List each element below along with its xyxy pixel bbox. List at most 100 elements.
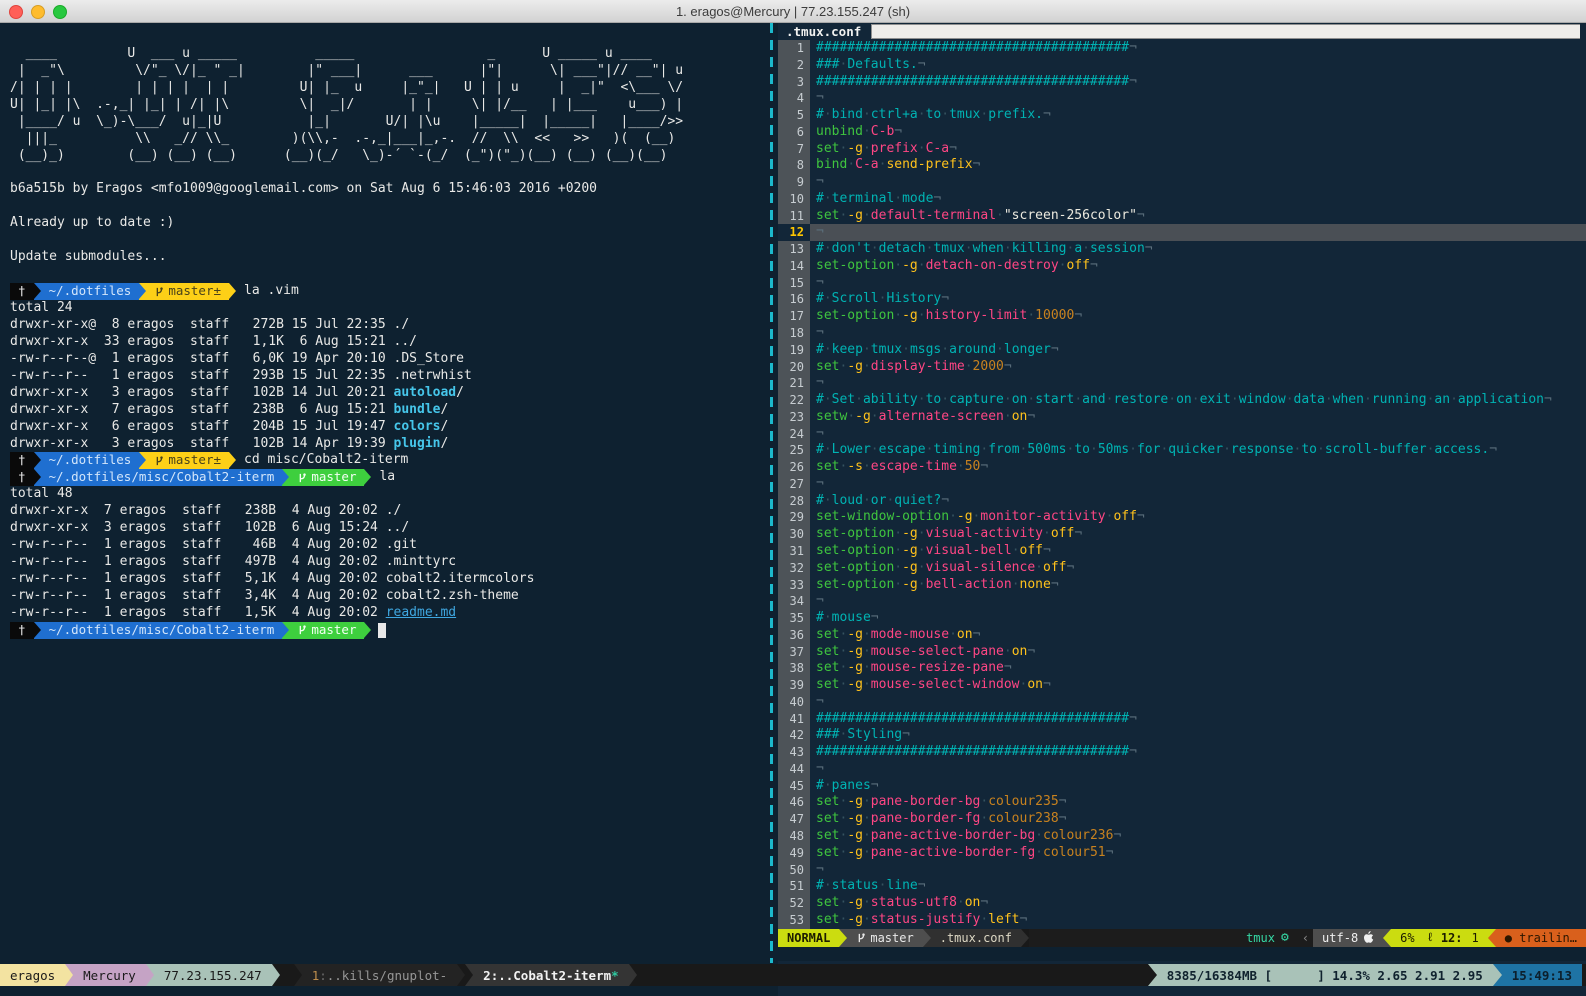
vim-line[interactable]: 13#·don't·detach·tmux·when·killing·a·ses…: [778, 241, 1586, 258]
whitespace-dots: ·: [871, 409, 879, 424]
vim-line[interactable]: 11set·-g·default-terminal·"screen-256col…: [778, 208, 1586, 225]
vim-line[interactable]: 50¬: [778, 862, 1586, 879]
minimize-button[interactable]: [31, 5, 45, 19]
whitespace-dots: ·: [1317, 442, 1325, 457]
vim-line[interactable]: 45#·panes¬: [778, 778, 1586, 795]
tmux-pane-border[interactable]: [770, 23, 773, 963]
vim-line[interactable]: 16#·Scroll·History¬: [778, 291, 1586, 308]
syntax-token: #: [816, 107, 824, 122]
vim-line[interactable]: 4¬: [778, 90, 1586, 107]
vim-line[interactable]: 31set-option·-g·visual-bell·off¬: [778, 543, 1586, 560]
tmux-session: ____ U ___ u _____ _____ _ U _____ u ___…: [0, 23, 1586, 996]
vim-tab-tmux-conf[interactable]: .tmux.conf: [778, 23, 871, 40]
vim-line[interactable]: 52set·-g·status-utf8·on¬: [778, 895, 1586, 912]
whitespace-dots: ·: [894, 191, 902, 206]
vim-line[interactable]: 18¬: [778, 325, 1586, 342]
file-name: .netrwhist: [394, 368, 472, 385]
vim-line[interactable]: 30set-option·-g·visual-activity·off¬: [778, 526, 1586, 543]
vim-line[interactable]: 20set·-g·display-time·2000¬: [778, 359, 1586, 376]
vim-line[interactable]: 24¬: [778, 426, 1586, 443]
syntax-token: Defaults.: [847, 57, 917, 72]
vim-line[interactable]: 25#·Lower·escape·timing·from·500ms·to·50…: [778, 442, 1586, 459]
terminal-cursor[interactable]: [378, 623, 386, 638]
syntax-token: #: [816, 778, 824, 793]
vim-tabline: .tmux.conf: [778, 23, 1586, 40]
vim-line[interactable]: 14set-option·-g·detach-on-destroy·off¬: [778, 258, 1586, 275]
vim-line[interactable]: 9¬: [778, 174, 1586, 191]
vim-line[interactable]: 23setw·-g·alternate-screen·on¬: [778, 409, 1586, 426]
vim-line[interactable]: 48set·-g·pane-active-border-bg·colour236…: [778, 828, 1586, 845]
vim-line[interactable]: 6unbind·C-b¬: [778, 124, 1586, 141]
file-link[interactable]: readme.md: [386, 605, 456, 622]
tmux-window-2[interactable]: 2:..Cobalt2-iterm*: [473, 964, 628, 986]
terminal-line: U| |_| |\ .-,_| |_| | /| |\ \| _|/ | | \…: [10, 97, 770, 114]
shell-pane[interactable]: ____ U ___ u _____ _____ _ U _____ u ___…: [0, 23, 770, 996]
vim-line[interactable]: 26set·-s·escape-time·50¬: [778, 459, 1586, 476]
whitespace-dots: ·: [918, 560, 926, 575]
zoom-button[interactable]: [53, 5, 67, 19]
vim-line[interactable]: 5#·bind·ctrl+a·to·tmux·prefix.¬: [778, 107, 1586, 124]
vim-line[interactable]: 1#######################################…: [778, 40, 1586, 57]
vim-line[interactable]: 33set-option·-g·bell-action·none¬: [778, 577, 1586, 594]
vim-line[interactable]: 15¬: [778, 275, 1586, 292]
vim-line[interactable]: 44¬: [778, 761, 1586, 778]
vim-line-text: #·don't·detach·tmux·when·killing·a·sessi…: [810, 241, 1586, 258]
vim-line[interactable]: 2###·Defaults.¬: [778, 57, 1586, 74]
window-title: 1. eragos@Mercury | 77.23.155.247 (sh): [0, 4, 1586, 19]
line-number: 25: [778, 442, 810, 459]
whitespace-dots: ·: [824, 291, 832, 306]
vim-line[interactable]: 53set·-g·status-justify·left¬: [778, 912, 1586, 929]
vim-line[interactable]: 42###·Styling¬: [778, 727, 1586, 744]
bar-fill: [637, 964, 1148, 986]
vim-line-text: set·-g·pane-border-bg·colour235¬: [810, 794, 1586, 811]
vim-line-text: #·loud·or·quiet?¬: [810, 493, 1586, 510]
whitespace-dots: ·: [863, 912, 871, 927]
syntax-token: 50: [965, 459, 981, 474]
vim-line[interactable]: 34¬: [778, 593, 1586, 610]
vim-line[interactable]: 40¬: [778, 694, 1586, 711]
syntax-token: start: [1035, 392, 1074, 407]
vim-line[interactable]: 17set-option·-g·history-limit·10000¬: [778, 308, 1586, 325]
vim-line[interactable]: 29set-window-option·-g·monitor-activity·…: [778, 509, 1586, 526]
line-number: 49: [778, 845, 810, 862]
vim-line[interactable]: 41######################################…: [778, 711, 1586, 728]
vim-line[interactable]: 32set-option·-g·visual-silence·off¬: [778, 560, 1586, 577]
syntax-token: -g: [902, 258, 918, 273]
vim-line[interactable]: 28#·loud·or·quiet?¬: [778, 493, 1586, 510]
vim-line-text: ###·Defaults.¬: [810, 57, 1586, 74]
vim-line[interactable]: 49set·-g·pane-active-border-fg·colour51¬: [778, 845, 1586, 862]
vim-line[interactable]: 38set·-g·mouse-resize-pane¬: [778, 660, 1586, 677]
line-number: 41: [778, 711, 810, 728]
vim-line[interactable]: 51#·status·line¬: [778, 878, 1586, 895]
line-number: 47: [778, 811, 810, 828]
vim-line[interactable]: 35#·mouse¬: [778, 610, 1586, 627]
vim-line[interactable]: 22#·Set·ability·to·capture·on·start·and·…: [778, 392, 1586, 409]
vim-line[interactable]: 3#######################################…: [778, 74, 1586, 91]
titlebar[interactable]: 1. eragos@Mercury | 77.23.155.247 (sh): [0, 0, 1586, 23]
vim-line[interactable]: 12¬: [778, 224, 1586, 241]
vim-line[interactable]: 37set·-g·mouse-select-pane·on¬: [778, 644, 1586, 661]
terminal-line: -rw-r--r-- 1 eragos staff 3,4K 4 Aug 20:…: [10, 588, 770, 605]
file-attrs: -rw-r--r-- 1 eragos staff 497B 4 Aug 20:…: [10, 554, 386, 571]
vim-line[interactable]: 43######################################…: [778, 744, 1586, 761]
vim-line[interactable]: 7set·-g·prefix·C-a¬: [778, 141, 1586, 158]
syntax-token: line: [886, 878, 917, 893]
vim-line[interactable]: 10#·terminal·mode¬: [778, 191, 1586, 208]
vim-line[interactable]: 36set·-g·mode-mouse·on¬: [778, 627, 1586, 644]
tmux-window-1[interactable]: 1:..kills/gnuplot-: [302, 964, 457, 986]
vim-buffer[interactable]: 1#######################################…: [778, 40, 1586, 929]
vim-line[interactable]: 8bind·C-a·send-prefix¬: [778, 157, 1586, 174]
vim-line[interactable]: 21¬: [778, 375, 1586, 392]
vim-line[interactable]: 19#·keep·tmux·msgs·around·longer¬: [778, 342, 1586, 359]
vim-line[interactable]: 27¬: [778, 476, 1586, 493]
syntax-token: unbind: [816, 124, 863, 139]
syntax-token: prefix.: [988, 107, 1043, 122]
whitespace-dots: ·: [1223, 442, 1231, 457]
whitespace-dots: ·: [894, 308, 902, 323]
syntax-token: on: [1012, 392, 1028, 407]
vim-line[interactable]: 39set·-g·mouse-select-window·on¬: [778, 677, 1586, 694]
vim-line[interactable]: 47set·-g·pane-border-fg·colour238¬: [778, 811, 1586, 828]
close-button[interactable]: [9, 5, 23, 19]
vim-pane[interactable]: .tmux.conf 1############################…: [778, 23, 1586, 996]
vim-line[interactable]: 46set·-g·pane-border-bg·colour235¬: [778, 794, 1586, 811]
